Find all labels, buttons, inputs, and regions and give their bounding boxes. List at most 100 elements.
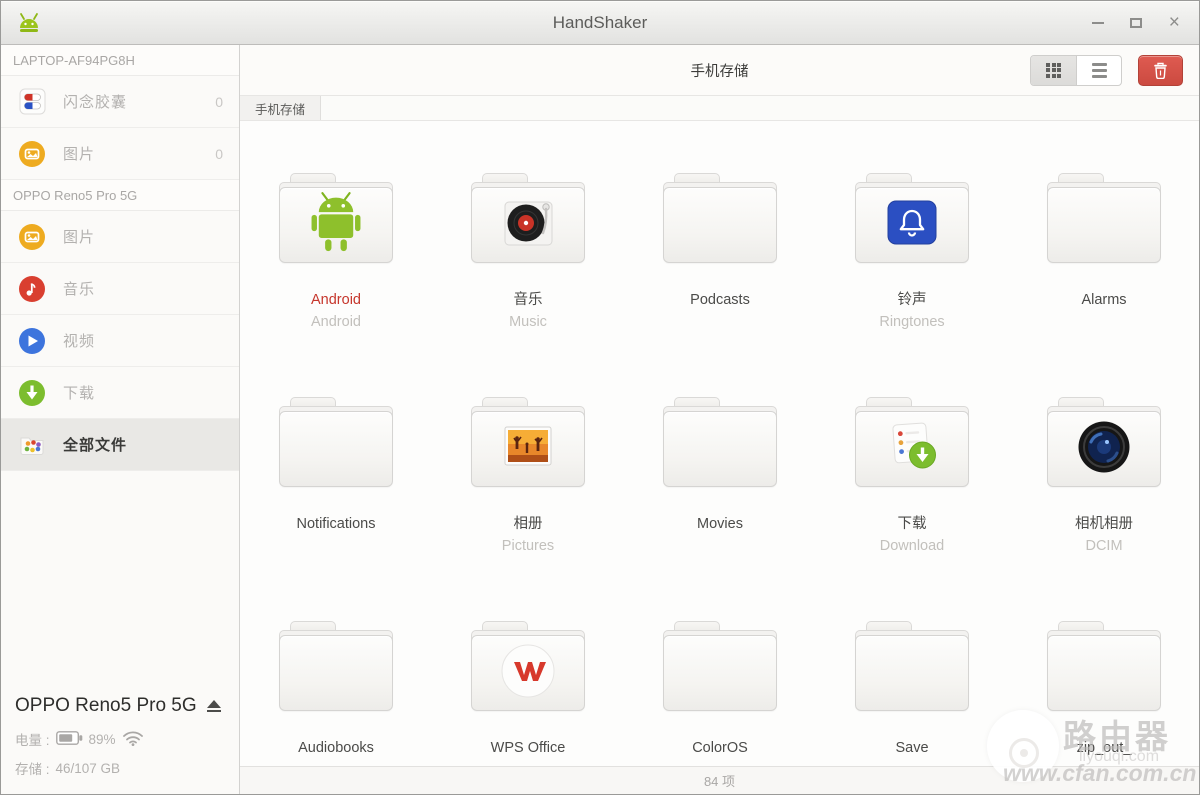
- main-panel: 手机存储: [240, 45, 1199, 794]
- folder-item[interactable]: Podcasts: [624, 173, 816, 397]
- maximize-button[interactable]: [1121, 10, 1151, 36]
- sidebar-item-label: 音乐: [63, 278, 95, 299]
- window-title: HandShaker: [1, 13, 1199, 33]
- folder-primary-label: zip_out_: [1077, 737, 1132, 759]
- sidebar-item-pictures-pc[interactable]: 图片 0: [1, 128, 239, 180]
- capsule-icon: [17, 88, 47, 115]
- tab-phone-storage[interactable]: 手机存储: [240, 96, 321, 120]
- sidebar-item-pictures-device[interactable]: 图片: [1, 211, 239, 263]
- device-name-header: OPPO Reno5 Pro 5G: [1, 180, 239, 211]
- sidebar-item-label: 全部文件: [63, 434, 127, 455]
- folder-icon: [1047, 397, 1161, 487]
- eject-icon[interactable]: [207, 700, 221, 713]
- folder-primary-label: Alarms: [1081, 289, 1126, 311]
- folder-icon: [279, 621, 393, 711]
- computer-name-header: LAPTOP-AF94PG8H: [1, 45, 239, 76]
- photo-icon: [502, 424, 554, 475]
- sidebar-item-idea-capsule[interactable]: 闪念胶囊 0: [1, 76, 239, 128]
- titlebar[interactable]: HandShaker ×: [1, 1, 1199, 45]
- battery-percent: 89%: [89, 732, 116, 747]
- main-header: 手机存储: [240, 45, 1199, 95]
- storage-value: 46/107 GB: [56, 761, 121, 776]
- battery-row: 电量 : 89%: [15, 729, 224, 749]
- bell-icon: [887, 200, 937, 250]
- wifi-icon: [122, 730, 144, 749]
- folder-secondary-label: Pictures: [502, 535, 554, 557]
- folder-primary-label: Save: [895, 737, 928, 759]
- list-view-button[interactable]: [1076, 56, 1121, 85]
- android-icon: [307, 191, 365, 260]
- folder-icon: [855, 621, 969, 711]
- folder-item[interactable]: Movies: [624, 397, 816, 621]
- folder-primary-label: Notifications: [297, 513, 376, 535]
- folder-primary-label: 相册: [514, 513, 543, 535]
- folder-icon: [1047, 621, 1161, 711]
- item-count-badge: 0: [215, 146, 223, 162]
- sidebar-item-videos[interactable]: 视频: [1, 315, 239, 367]
- folder-primary-label: Android: [311, 289, 361, 311]
- battery-label: 电量 :: [15, 729, 50, 749]
- close-button[interactable]: ×: [1159, 10, 1189, 36]
- folder-item[interactable]: 铃声Ringtones: [816, 173, 1008, 397]
- grid-view-icon: [1046, 63, 1061, 78]
- tab-strip: 手机存储: [240, 95, 1199, 121]
- folder-item[interactable]: AndroidAndroid: [240, 173, 432, 397]
- list-view-icon: [1092, 63, 1107, 78]
- folder-primary-label: Audiobooks: [298, 737, 374, 759]
- sidebar-item-all-files[interactable]: 全部文件: [1, 419, 239, 471]
- folder-icon: [855, 397, 969, 487]
- view-toggle: [1030, 55, 1122, 86]
- items-count: 84 项: [704, 771, 735, 790]
- folder-primary-label: 音乐: [514, 289, 543, 311]
- trash-icon: [1153, 62, 1168, 79]
- folder-primary-label: Movies: [697, 513, 743, 535]
- folder-grid: AndroidAndroid音乐Music Podcasts 铃声Ringtones…: [240, 121, 1199, 766]
- folder-item[interactable]: 下载Download: [816, 397, 1008, 621]
- sidebar-item-music[interactable]: 音乐: [1, 263, 239, 315]
- folder-item[interactable]: ColorOS: [624, 621, 816, 766]
- video-icon: [17, 327, 47, 355]
- music-icon: [17, 275, 47, 303]
- folder-item[interactable]: Notifications: [240, 397, 432, 621]
- device-info-panel: OPPO Reno5 Pro 5G 电量 : 89%: [1, 681, 238, 794]
- folder-icon: [663, 397, 777, 487]
- pictures-icon: [17, 140, 47, 168]
- folder-primary-label: Podcasts: [690, 289, 750, 311]
- folder-secondary-label: DCIM: [1085, 535, 1122, 557]
- folder-primary-label: 下载: [898, 513, 927, 535]
- folder-item[interactable]: WPS Office: [432, 621, 624, 766]
- folder-item[interactable]: 音乐Music: [432, 173, 624, 397]
- folder-item[interactable]: Alarms: [1008, 173, 1199, 397]
- folder-icon: [1047, 173, 1161, 263]
- sidebar: LAPTOP-AF94PG8H 闪念胶囊 0: [1, 45, 240, 794]
- folder-secondary-label: Download: [880, 535, 945, 557]
- download-icon: [17, 379, 47, 407]
- folder-icon: [471, 173, 585, 263]
- all-files-icon: [17, 431, 47, 459]
- folder-item[interactable]: Save: [816, 621, 1008, 766]
- folder-item[interactable]: zip_out_: [1008, 621, 1199, 766]
- sidebar-item-downloads[interactable]: 下载: [1, 367, 239, 419]
- status-bar: 84 项: [240, 766, 1199, 794]
- folder-item[interactable]: 相册Pictures: [432, 397, 624, 621]
- folder-icon: [471, 397, 585, 487]
- storage-row: 存储 : 46/107 GB: [15, 758, 224, 778]
- device-name: OPPO Reno5 Pro 5G: [15, 695, 197, 717]
- folder-secondary-label: Ringtones: [879, 311, 944, 333]
- sidebar-item-label: 图片: [63, 143, 95, 164]
- delete-button[interactable]: [1138, 55, 1183, 86]
- minimize-icon: [1092, 22, 1104, 24]
- folder-item[interactable]: Audiobooks: [240, 621, 432, 766]
- folder-icon: [855, 173, 969, 263]
- camera-icon: [1077, 420, 1131, 479]
- pictures-icon: [17, 223, 47, 251]
- folder-primary-label: 铃声: [898, 289, 927, 311]
- grid-view-button[interactable]: [1031, 56, 1076, 85]
- maximize-icon: [1130, 18, 1142, 28]
- handshaker-window: HandShaker × LAPTOP-AF94PG8H: [0, 0, 1200, 795]
- folder-item[interactable]: 相机相册DCIM: [1008, 397, 1199, 621]
- folder-primary-label: WPS Office: [491, 737, 566, 759]
- folder-icon: [663, 173, 777, 263]
- wps-icon: [500, 643, 556, 704]
- minimize-button[interactable]: [1083, 10, 1113, 36]
